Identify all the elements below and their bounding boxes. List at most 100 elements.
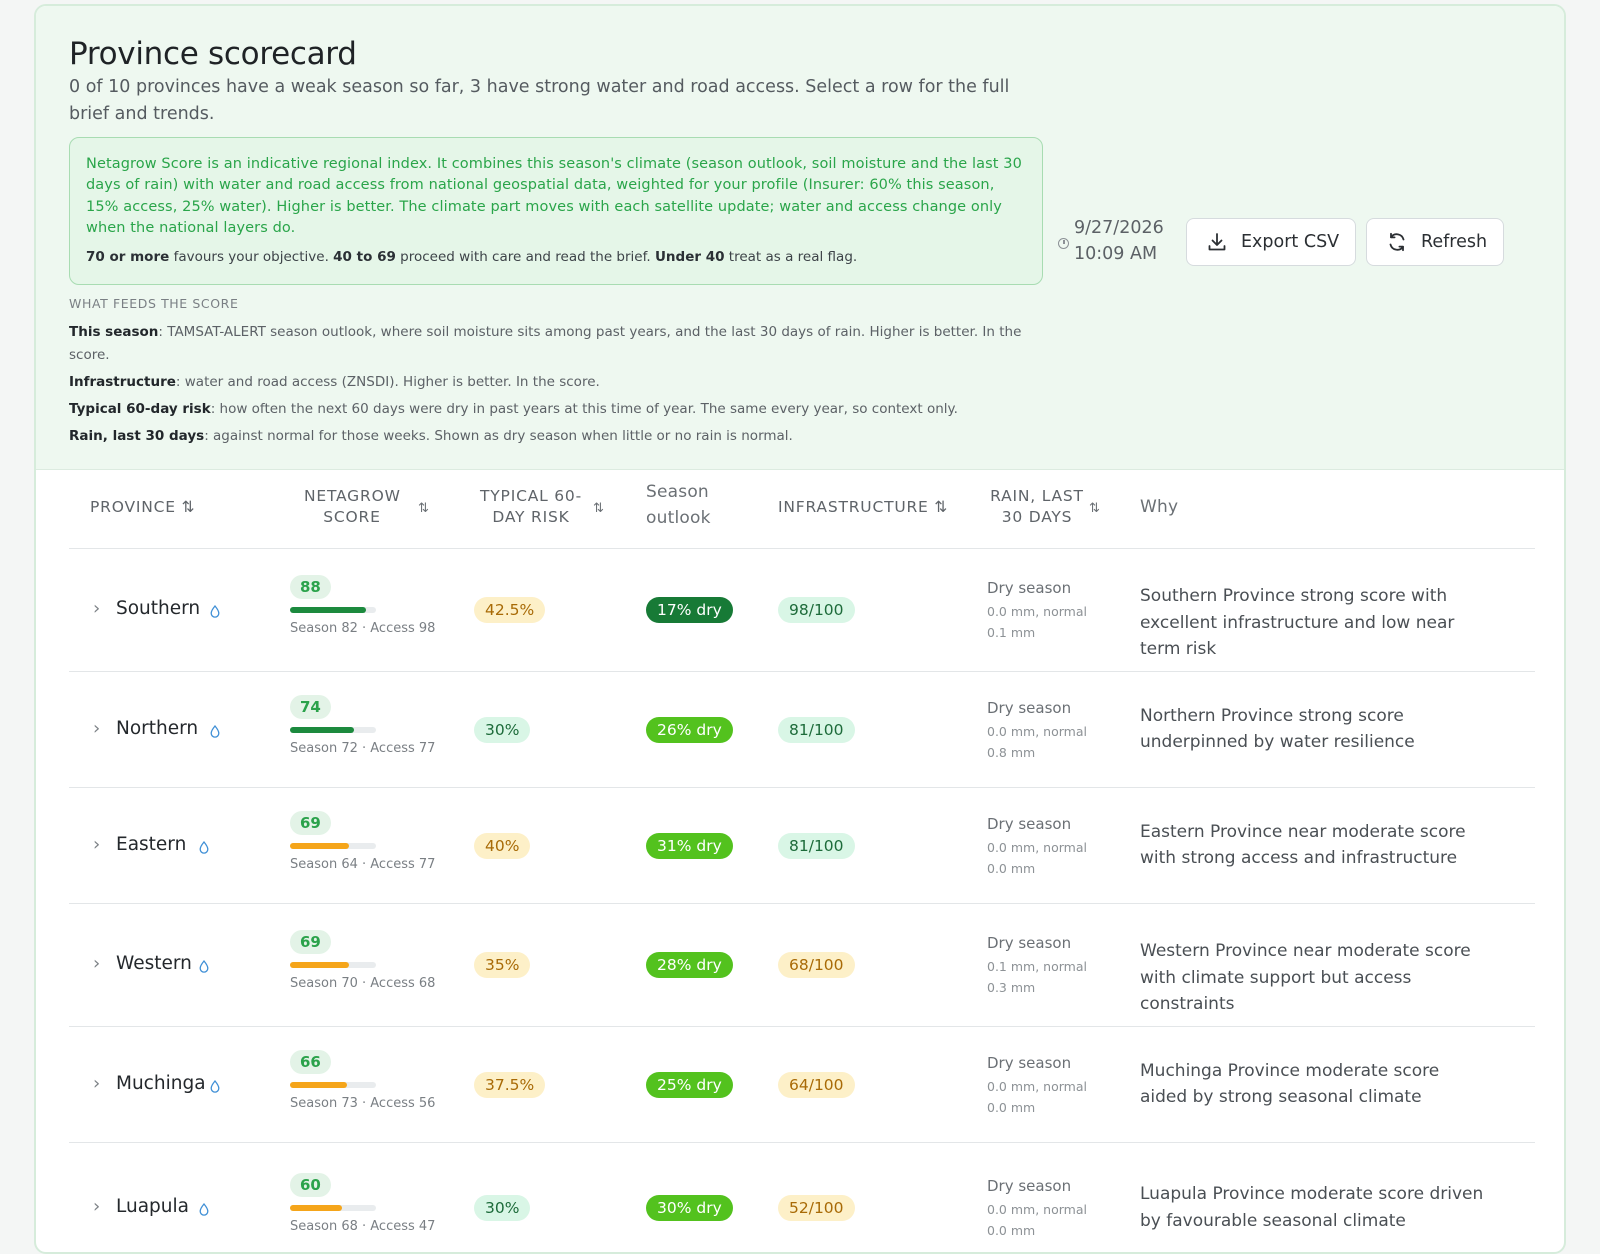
expand-chevron-icon[interactable]: › [93,1196,100,1217]
score-bar-fill [290,1081,347,1088]
score-badge: 74 [290,694,331,719]
scorecard-card: Province scorecard 0 of 10 provinces hav… [34,4,1566,1254]
province-name[interactable]: Luapula [116,1196,189,1217]
feed-text: : TAMSAT-ALERT season outlook, where soi… [69,324,1022,363]
threshold-strong: 70 or more [86,249,170,266]
expand-chevron-icon[interactable]: › [93,953,100,974]
table-row[interactable]: › Muchinga 66 Season 73 · Access 56 37.5% 25%… [69,1027,1535,1143]
row-why: Muchinga Province moderate score aided b… [1140,1060,1440,1108]
col-infrastructure[interactable]: INFRASTRUCTURE ⇅ [778,497,948,518]
sort-icon[interactable]: ⇅ [418,501,429,516]
infra-badge: 98/100 [778,597,855,623]
rain-observed: 0.0 mm, normal [987,723,1087,739]
expand-chevron-icon[interactable]: › [93,1073,100,1094]
score-breakdown: Season 64 · Access 77 [290,856,436,872]
score-badge: 60 [290,1173,331,1197]
score-info-text: Netagrow Score is an indicative regional… [86,156,1022,236]
sort-icon[interactable]: ⇅ [1089,501,1100,516]
expand-chevron-icon[interactable]: › [93,598,100,619]
page-subtitle: 0 of 10 provinces have a weak season so … [69,77,1010,124]
outlook-badge: 17% dry [646,597,733,623]
score-bar-fill [290,962,350,968]
water-drop-icon [210,605,220,618]
col-netagrow-score[interactable]: NETAGROW SCORE [304,486,400,528]
score-breakdown: Season 73 · Access 56 [290,1095,436,1111]
threshold-moderate-text: proceed with care and read the brief. [395,249,655,266]
province-name[interactable]: Eastern [116,834,186,855]
score-bar [290,607,376,613]
rain-normal: 0.8 mm [987,744,1036,760]
score-thresholds: 70 or more favours your objective. 40 to… [86,247,1026,267]
feed-item: This season: TAMSAT-ALERT season outlook… [69,321,1049,367]
rain-observed: 0.0 mm, normal [987,604,1087,619]
feed-text: : water and road access (ZNSDI). Higher … [175,374,600,390]
row-why: Southern Province strong score with exce… [1140,586,1455,659]
infra-badge: 81/100 [778,832,855,859]
table-row[interactable]: › Eastern 69 Season 64 · Access 77 40% 31% dr… [69,788,1535,904]
col-rain[interactable]: RAIN, LAST 30 DAYS [989,486,1085,528]
col-rain-label: RAIN, LAST [990,487,1084,505]
row-why: Northern Province strong score underpinn… [1140,705,1415,753]
expand-chevron-icon[interactable]: › [93,718,100,739]
table-row[interactable]: › Southern 88 Season 82 · Access 98 42.5% 17%… [69,549,1535,672]
province-name[interactable]: Muchinga [116,1073,206,1094]
score-bar [290,962,376,968]
expand-chevron-icon[interactable]: › [93,834,100,855]
feed-item: Typical 60-day risk: how often the next … [69,398,1049,421]
table-header: PROVINCE ⇅ NETAGROW SCORE ⇅ TYPICAL 60- DA… [69,468,1535,549]
water-drop-icon [199,1203,209,1216]
rain-status: Dry season [987,934,1072,952]
feed-text: : against normal for those weeks. Shown … [204,428,793,444]
score-bar-fill [290,842,350,849]
feed-label: Infrastructure [69,374,176,390]
province-name[interactable]: Southern [116,598,200,619]
score-badge: 69 [290,930,331,954]
col-score-label: SCORE [323,508,381,526]
rain-normal: 0.0 mm [987,860,1036,876]
score-bar [290,726,376,733]
infra-badge: 68/100 [778,952,855,978]
sort-icon[interactable]: ⇅ [593,501,604,516]
refresh-button[interactable]: Refresh [1366,218,1504,266]
score-info-box: Netagrow Score is an indicative regional… [69,137,1043,285]
table-row[interactable]: › Western 69 Season 70 · Access 68 35% 28% dr… [69,904,1535,1027]
download-icon [1208,233,1226,251]
col-typical-risk[interactable]: TYPICAL 60- DAY RISK [479,486,583,528]
score-bar [290,1081,376,1088]
col-infra-label: INFRASTRUCTURE [778,498,929,516]
rain-observed: 0.1 mm, normal [987,959,1087,974]
rain-observed: 0.0 mm, normal [987,839,1087,855]
clock-icon [1058,238,1069,249]
col-outlook-label: outlook [646,508,711,528]
threshold-weak-text: treat as a real flag. [724,249,858,266]
table-row[interactable]: › Luapula 60 Season 68 · Access 47 30% 30% dr… [69,1143,1535,1252]
col-score-label: NETAGROW [304,487,401,505]
risk-badge: 37.5% [474,1071,546,1098]
risk-badge: 30% [474,716,531,743]
water-drop-icon [210,724,220,738]
risk-badge: 40% [474,832,531,859]
col-outlook-label: Season [646,482,709,502]
updated-date: 9/27/2026 [1074,218,1164,238]
last-updated: 9/27/2026 10:09 AM [1058,218,1178,270]
col-province[interactable]: PROVINCE ⇅ [90,497,195,518]
outlook-badge: 25% dry [646,1071,733,1098]
rain-status: Dry season [987,579,1072,597]
feed-label: This season [69,324,159,340]
feed-label: Rain, last 30 days [69,428,205,444]
table-row[interactable]: › Northern 74 Season 72 · Access 77 30% 26% d… [69,672,1535,788]
outlook-badge: 28% dry [646,952,733,978]
score-breakdown: Season 82 · Access 98 [290,621,436,636]
sort-icon: ⇅ [934,498,949,516]
province-name[interactable]: Western [116,953,192,974]
score-breakdown: Season 68 · Access 47 [290,1219,436,1234]
feed-item: Infrastructure: water and road access (Z… [69,371,1049,394]
score-badge: 88 [290,575,331,599]
row-why: Eastern Province near moderate score wit… [1140,821,1466,869]
sort-icon: ⇅ [181,498,196,516]
outlook-badge: 30% dry [646,1195,733,1221]
export-csv-button[interactable]: Export CSV [1186,218,1356,266]
province-name[interactable]: Northern [116,718,198,739]
risk-badge: 30% [474,1195,531,1221]
score-bar [290,842,376,849]
